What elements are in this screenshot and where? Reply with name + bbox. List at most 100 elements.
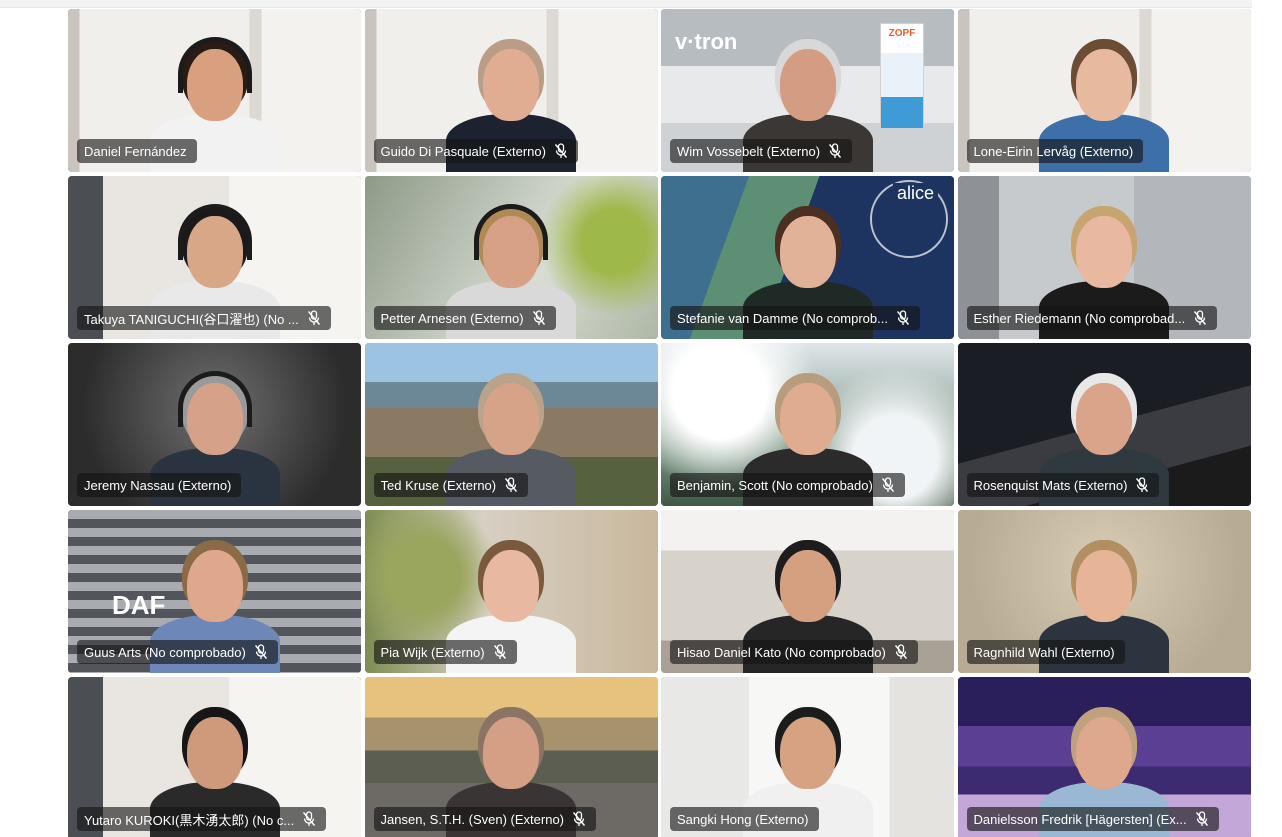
participant-face xyxy=(1076,49,1132,121)
participant-tile[interactable]: Sangki Hong (Externo) xyxy=(661,677,954,837)
mic-muted-icon xyxy=(532,310,546,326)
participant-name-tag: Daniel Fernández xyxy=(77,139,197,163)
participant-face xyxy=(186,550,243,622)
participant-tile[interactable]: Takuya TANIGUCHI(谷口濯也) (No ... xyxy=(68,176,361,339)
participant-face xyxy=(1076,216,1132,288)
headset-icon xyxy=(474,204,548,260)
participant-name: Danielsson Fredrik [Hägersten] (Ex... xyxy=(973,811,1187,827)
mic-muted-icon xyxy=(572,811,586,827)
participant-tile[interactable]: alice Stefanie van Damme (No comprob... xyxy=(661,176,954,339)
participant-name-tag: Sangki Hong (Externo) xyxy=(670,807,819,831)
participant-face xyxy=(1076,383,1132,455)
participant-face xyxy=(779,383,836,455)
participant-face xyxy=(483,383,539,455)
alice-wordmark: alice xyxy=(892,183,938,204)
participant-name-tag: Yutaro KUROKI(黒木湧太郎) (No c... xyxy=(77,807,327,831)
mic-muted-icon xyxy=(493,644,507,660)
participant-tile[interactable]: DAF Guus Arts (No comprobado) xyxy=(68,510,361,673)
participant-name: Guido Di Pasquale (Externo) xyxy=(380,143,546,159)
participant-face xyxy=(186,717,243,789)
participant-tile[interactable]: Petter Arnesen (Externo) xyxy=(364,176,658,339)
meeting-stage: Daniel Fernández Guido Di Pasquale (Exter… xyxy=(0,0,1282,837)
participant-name: Petter Arnesen (Externo) xyxy=(380,310,524,326)
participant-tile[interactable]: Benjamin, Scott (No comprobado) xyxy=(661,343,954,506)
participant-name: Yutaro KUROKI(黒木湧太郎) (No c... xyxy=(84,812,295,828)
participant-face xyxy=(779,49,836,121)
participant-face xyxy=(779,717,836,789)
participant-tile[interactable]: Daniel Fernández xyxy=(68,9,361,172)
participant-face xyxy=(1076,550,1132,622)
participant-face xyxy=(483,550,539,622)
participant-tile[interactable]: Hisao Daniel Kato (No comprobado) xyxy=(661,510,954,673)
participant-name-tag: Ragnhild Wahl (Externo) xyxy=(966,640,1125,664)
participant-name: Daniel Fernández xyxy=(84,143,187,159)
participant-name-tag: Wim Vossebelt (Externo) xyxy=(670,139,853,163)
participant-name-tag: Danielsson Fredrik [Hägersten] (Ex... xyxy=(966,807,1219,831)
wall-logo: v·tron xyxy=(675,29,738,54)
participant-name-tag: Rosenquist Mats (Externo) xyxy=(966,473,1160,497)
participant-tile[interactable]: Jeremy Nassau (Externo) xyxy=(68,343,361,506)
participant-name-tag: Benjamin, Scott (No comprobado) xyxy=(670,473,905,497)
participant-name: Sangki Hong (Externo) xyxy=(677,811,809,827)
window-top-edge xyxy=(0,0,1282,8)
participant-name: Stefanie van Damme (No comprob... xyxy=(677,310,888,326)
participant-name: Jansen, S.T.H. (Sven) (Externo) xyxy=(380,811,565,827)
mic-muted-icon xyxy=(881,477,895,493)
participant-tile[interactable]: Guido Di Pasquale (Externo) xyxy=(364,9,658,172)
participant-name: Jeremy Nassau (Externo) xyxy=(84,477,232,493)
participant-name-tag: Ted Kruse (Externo) xyxy=(373,473,529,497)
participant-name-tag: Hisao Daniel Kato (No comprobado) xyxy=(670,640,918,664)
participant-name-tag: Guus Arts (No comprobado) xyxy=(77,640,278,664)
participant-name-tag: Pia Wijk (Externo) xyxy=(373,640,517,664)
participant-tile[interactable]: Yutaro KUROKI(黒木湧太郎) (No c... xyxy=(68,677,361,837)
participant-name: Esther Riedemann (No comprobad... xyxy=(973,310,1186,326)
participant-name-tag: Jeremy Nassau (Externo) xyxy=(77,473,242,497)
mic-muted-icon xyxy=(1135,477,1149,493)
participant-name: Wim Vossebelt (Externo) xyxy=(677,143,821,159)
participant-name: Lone-Eirin Lervåg (Externo) xyxy=(973,143,1134,159)
rollup-banner: ZOPF xyxy=(880,23,924,129)
rollup-brand: ZOPF xyxy=(888,28,916,39)
participant-name-tag: Jansen, S.T.H. (Sven) (Externo) xyxy=(373,807,597,831)
participant-name-tag: Esther Riedemann (No comprobad... xyxy=(966,306,1218,330)
mic-muted-icon xyxy=(307,310,321,326)
participant-tile[interactable]: Pia Wijk (Externo) xyxy=(364,510,658,673)
mic-muted-icon xyxy=(254,644,268,660)
right-margin xyxy=(1252,0,1282,837)
participant-name-tag: Petter Arnesen (Externo) xyxy=(373,306,556,330)
participant-name: Ragnhild Wahl (Externo) xyxy=(973,644,1115,660)
participant-tile[interactable]: Jansen, S.T.H. (Sven) (Externo) xyxy=(364,677,658,837)
mic-muted-icon xyxy=(1195,811,1209,827)
headset-icon xyxy=(177,204,252,260)
participant-face xyxy=(1076,717,1132,789)
participant-name-tag: Takuya TANIGUCHI(谷口濯也) (No ... xyxy=(77,306,331,330)
video-gallery-grid: Daniel Fernández Guido Di Pasquale (Exter… xyxy=(68,9,1251,837)
mic-muted-icon xyxy=(1193,310,1207,326)
mic-muted-icon xyxy=(828,143,842,159)
participant-name-tag: Guido Di Pasquale (Externo) xyxy=(373,139,578,163)
participant-name: Takuya TANIGUCHI(谷口濯也) (No ... xyxy=(84,311,299,327)
participant-tile[interactable]: v·tron ZOPF Wim Vossebelt (Externo) xyxy=(661,9,954,172)
participant-tile[interactable]: Ted Kruse (Externo) xyxy=(364,343,658,506)
participant-face xyxy=(779,216,836,288)
participant-name: Guus Arts (No comprobado) xyxy=(84,644,246,660)
participant-tile[interactable]: Ragnhild Wahl (Externo) xyxy=(957,510,1251,673)
participant-name-tag: Lone-Eirin Lervåg (Externo) xyxy=(966,139,1144,163)
participant-name: Rosenquist Mats (Externo) xyxy=(973,477,1128,493)
mic-muted-icon xyxy=(554,143,568,159)
mic-muted-icon xyxy=(302,811,316,827)
participant-name: Ted Kruse (Externo) xyxy=(380,477,497,493)
participant-name: Hisao Daniel Kato (No comprobado) xyxy=(677,644,886,660)
participant-tile[interactable]: Lone-Eirin Lervåg (Externo) xyxy=(957,9,1251,172)
participant-tile[interactable]: Rosenquist Mats (Externo) xyxy=(957,343,1251,506)
participant-name: Benjamin, Scott (No comprobado) xyxy=(677,477,873,493)
participant-tile[interactable]: Danielsson Fredrik [Hägersten] (Ex... xyxy=(957,677,1251,837)
participant-name-tag: Stefanie van Damme (No comprob... xyxy=(670,306,920,330)
mic-muted-icon xyxy=(896,310,910,326)
headset-icon xyxy=(177,371,252,427)
participant-face xyxy=(483,717,539,789)
participant-name: Pia Wijk (Externo) xyxy=(380,644,485,660)
participant-face xyxy=(779,550,836,622)
headset-icon xyxy=(177,37,252,93)
participant-tile[interactable]: Esther Riedemann (No comprobad... xyxy=(957,176,1251,339)
